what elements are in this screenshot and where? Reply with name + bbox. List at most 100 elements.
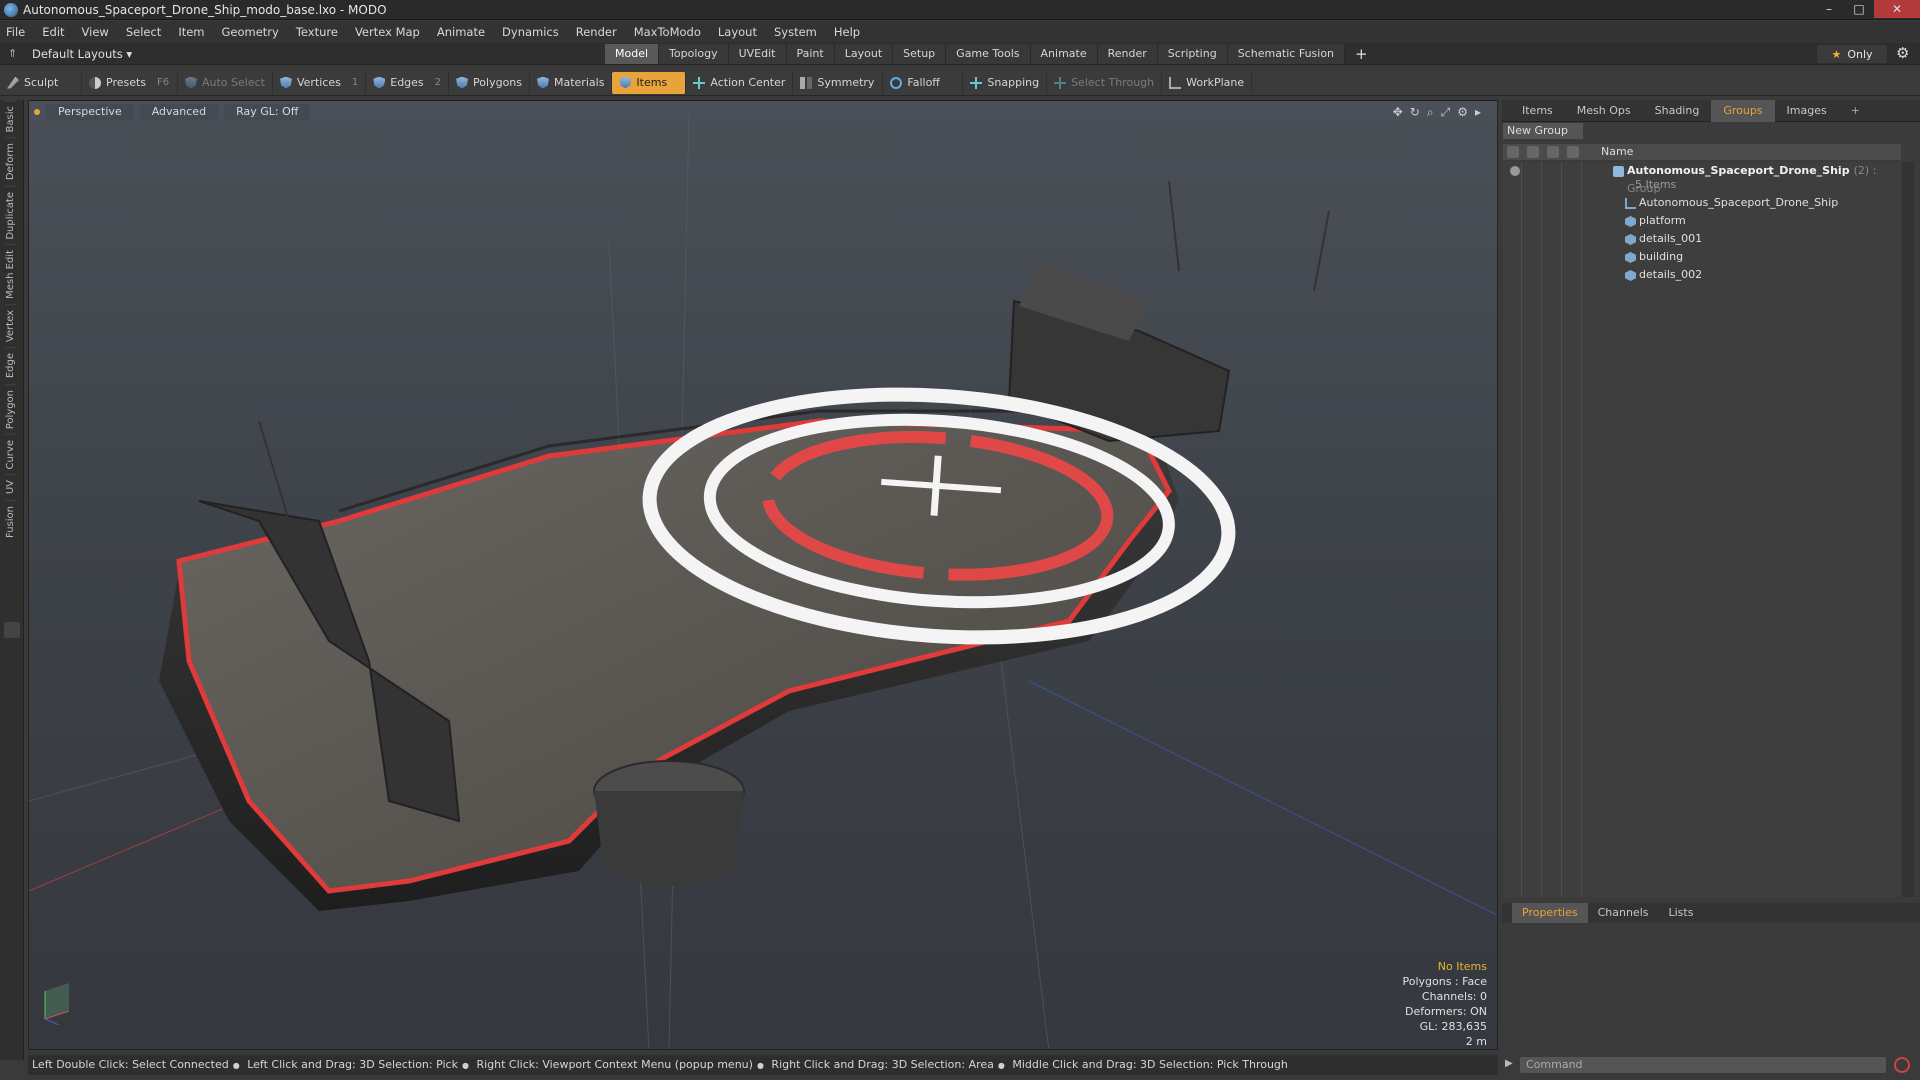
vtab-curve[interactable]: Curve xyxy=(5,433,16,475)
edges-button[interactable]: Edges 2 xyxy=(366,71,450,94)
viewport-menu-arrow-icon[interactable]: ▸ xyxy=(1475,105,1481,120)
vtab-polygon[interactable]: Polygon xyxy=(5,383,16,434)
menu-select[interactable]: Select xyxy=(126,25,161,39)
command-input[interactable]: Command xyxy=(1520,1057,1886,1073)
vtab-fusion[interactable]: Fusion xyxy=(5,499,16,543)
gl-info: GL: 283,635 xyxy=(1419,1020,1487,1033)
add-panel-tab-plus-icon[interactable]: + xyxy=(1839,100,1872,122)
snapping-button[interactable]: Snapping xyxy=(963,71,1048,94)
list-item[interactable]: platform xyxy=(1503,212,1901,230)
snapping-label: Snapping xyxy=(987,76,1040,89)
menu-item[interactable]: Item xyxy=(178,25,204,39)
tab-images[interactable]: Images xyxy=(1775,100,1839,122)
add-tab-plus-icon[interactable]: + xyxy=(1345,44,1379,64)
tab-properties[interactable]: Properties xyxy=(1512,903,1588,923)
tab-scripting[interactable]: Scripting xyxy=(1157,44,1228,64)
workplane-button[interactable]: WorkPlane xyxy=(1162,71,1253,94)
menu-edit[interactable]: Edit xyxy=(42,25,64,39)
rotate-icon[interactable]: ↻ xyxy=(1410,105,1420,120)
tab-game-tools[interactable]: Game Tools xyxy=(946,44,1031,64)
tab-groups[interactable]: Groups xyxy=(1711,99,1775,122)
menu-view[interactable]: View xyxy=(82,25,109,39)
list-item[interactable]: building xyxy=(1503,248,1901,266)
menu-layout[interactable]: Layout xyxy=(718,25,757,39)
command-arrow-icon[interactable]: ▶ xyxy=(1505,1058,1513,1069)
close-button[interactable]: ✕ xyxy=(1874,0,1920,18)
3d-viewport[interactable]: Perspective Advanced Ray GL: Off ✥ ↻ ⌕ ⤢… xyxy=(28,100,1498,1050)
tab-shading[interactable]: Shading xyxy=(1643,100,1712,122)
list-item[interactable]: Autonomous_Spaceport_Drone_Ship xyxy=(1503,194,1901,212)
viewport-gear-icon[interactable]: ⚙ xyxy=(1457,105,1468,120)
layout-select[interactable]: Default Layouts ▾ xyxy=(32,47,132,61)
tab-uvedit[interactable]: UVEdit xyxy=(728,44,787,64)
menu-maxtomodo[interactable]: MaxToModo xyxy=(634,25,701,39)
raygl-button[interactable]: Ray GL: Off xyxy=(224,104,311,120)
sculpt-label: Sculpt xyxy=(24,76,59,89)
tab-items[interactable]: Items xyxy=(1510,100,1565,122)
vtab-edge[interactable]: Edge xyxy=(5,347,16,384)
tab-setup[interactable]: Setup xyxy=(893,44,947,64)
symmetry-button[interactable]: Symmetry xyxy=(793,71,884,94)
render-column-icon[interactable] xyxy=(1527,146,1539,158)
menu-system[interactable]: System xyxy=(774,25,817,39)
vtab-vertex[interactable]: Vertex xyxy=(5,304,16,348)
toolbox-toggle-button[interactable] xyxy=(4,622,20,638)
tab-channels[interactable]: Channels xyxy=(1588,903,1659,923)
tab-layout[interactable]: Layout xyxy=(834,44,894,64)
materials-button[interactable]: Materials xyxy=(530,71,613,94)
sculpt-icon xyxy=(7,76,19,89)
tab-render[interactable]: Render xyxy=(1097,44,1158,64)
menu-texture[interactable]: Texture xyxy=(296,25,338,39)
minimize-button[interactable]: – xyxy=(1814,0,1844,18)
eye-icon[interactable] xyxy=(1510,166,1520,176)
action-center-button[interactable]: Action Center xyxy=(686,71,794,94)
view-mode-button[interactable]: Perspective xyxy=(46,104,134,120)
layout-arrow-icon[interactable]: ⇑ xyxy=(8,47,22,60)
items-button[interactable]: Items xyxy=(612,71,687,94)
menu-vertex-map[interactable]: Vertex Map xyxy=(355,25,420,39)
select-through-button[interactable]: Select Through xyxy=(1047,71,1163,94)
vtab-duplicate[interactable]: Duplicate xyxy=(5,185,16,245)
tab-schematic-fusion[interactable]: Schematic Fusion xyxy=(1227,44,1346,64)
menu-dynamics[interactable]: Dynamics xyxy=(502,25,559,39)
maximize-button[interactable]: □ xyxy=(1844,0,1874,18)
falloff-button[interactable]: Falloff xyxy=(883,71,964,94)
command-history-icon[interactable] xyxy=(1894,1057,1910,1073)
menu-render[interactable]: Render xyxy=(576,25,617,39)
vtab-basic[interactable]: Basic xyxy=(5,100,16,138)
vtab-uv[interactable]: UV xyxy=(5,474,16,500)
menu-file[interactable]: File xyxy=(6,25,25,39)
viewport-nav-icons: ✥ ↻ ⌕ ⤢ ⚙ ▸ xyxy=(1393,105,1481,120)
list-item[interactable]: details_001 xyxy=(1503,230,1901,248)
polygons-button[interactable]: Polygons xyxy=(449,71,530,94)
vtab-mesh-edit[interactable]: Mesh Edit xyxy=(5,244,16,305)
vtab-deform[interactable]: Deform xyxy=(5,137,16,186)
zoom-icon[interactable]: ⌕ xyxy=(1427,105,1434,120)
name-column-header[interactable]: Name xyxy=(1601,145,1633,158)
new-group-button[interactable]: New Group xyxy=(1503,123,1583,139)
tab-topology[interactable]: Topology xyxy=(659,44,729,64)
lock-column-icon[interactable] xyxy=(1547,146,1559,158)
selection-info: No Items xyxy=(1437,960,1487,973)
visibility-column-icon[interactable] xyxy=(1507,146,1519,158)
menu-animate[interactable]: Animate xyxy=(437,25,485,39)
tab-paint[interactable]: Paint xyxy=(786,44,835,64)
tab-mesh-ops[interactable]: Mesh Ops xyxy=(1565,100,1643,122)
list-item[interactable]: details_002 xyxy=(1503,266,1901,284)
shading-mode-button[interactable]: Advanced xyxy=(139,104,219,120)
gear-icon[interactable]: ⚙ xyxy=(1896,44,1909,62)
groups-scrollbar[interactable] xyxy=(1902,162,1914,897)
menu-geometry[interactable]: Geometry xyxy=(222,25,279,39)
sculpt-button[interactable]: Sculpt xyxy=(0,71,82,94)
tab-animate[interactable]: Animate xyxy=(1030,44,1098,64)
tab-model[interactable]: Model xyxy=(605,44,660,64)
presets-button[interactable]: Presets F6 xyxy=(82,71,178,94)
menu-help[interactable]: Help xyxy=(834,25,860,39)
only-button[interactable]: ★ Only xyxy=(1817,45,1887,63)
fit-icon[interactable]: ⤢ xyxy=(1441,105,1451,120)
auto-select-button[interactable]: Auto Select xyxy=(178,71,273,94)
select-column-icon[interactable] xyxy=(1567,146,1579,158)
vertices-button[interactable]: Vertices 1 xyxy=(273,71,367,94)
pan-icon[interactable]: ✥ xyxy=(1393,105,1403,120)
tab-lists[interactable]: Lists xyxy=(1659,903,1704,923)
